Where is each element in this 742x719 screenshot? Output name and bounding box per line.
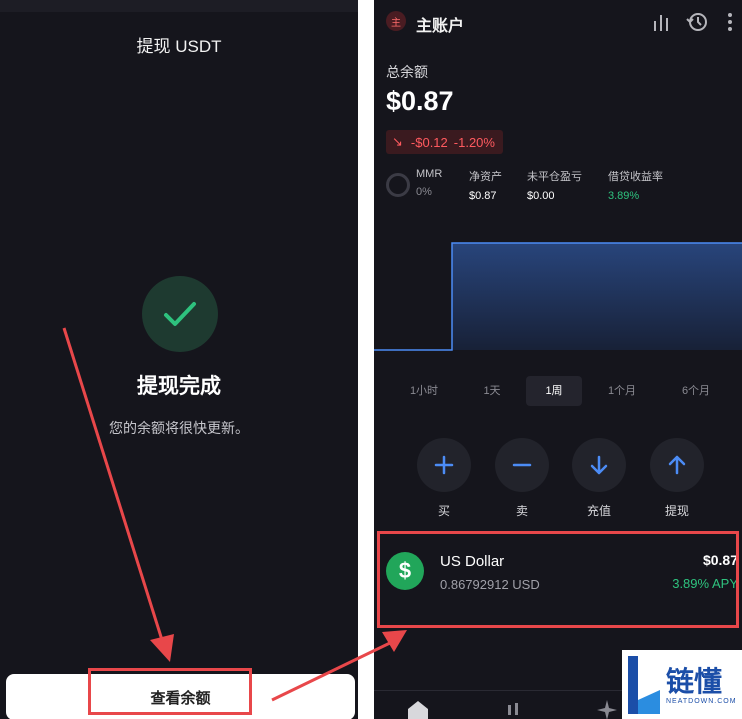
stat-net-assets: 净资产 $0.87	[469, 168, 502, 202]
left-phone-screen: 提现 USDT 提现完成 您的余额将很快更新。 查看余额	[0, 0, 358, 719]
time-range-tabs: 1小时 1天 1周 1个月 6个月	[374, 376, 742, 406]
stat-value: $0.87	[469, 190, 497, 202]
sell-button[interactable]: 卖	[495, 438, 549, 519]
tab-1d[interactable]: 1天	[470, 376, 514, 406]
success-title: 提现完成	[137, 375, 221, 398]
highlight-view-balance	[88, 668, 252, 715]
success-subtitle: 您的余额将很快更新。	[109, 420, 249, 436]
stat-unrealized-pnl: 未平仓盈亏 $0.00	[527, 168, 582, 202]
stat-label: 借贷收益率	[608, 171, 663, 183]
stat-label: 未平仓盈亏	[527, 171, 582, 183]
buy-label: 买	[437, 504, 450, 518]
account-icon[interactable]: 主	[386, 11, 406, 31]
minus-icon[interactable]	[495, 438, 549, 492]
stat-label: MMR	[416, 168, 443, 180]
withdraw-label: 提现	[664, 504, 689, 518]
watermark-text: 链懂	[666, 666, 723, 697]
deposit-button[interactable]: 充值	[572, 438, 626, 519]
watermark: 链懂 NEATDOWN.COM	[622, 650, 742, 719]
stat-mmr: MMR 0%	[416, 168, 442, 198]
arrow-down-icon[interactable]	[572, 438, 626, 492]
sparkle-icon[interactable]	[596, 699, 618, 719]
stat-value: $0.00	[527, 190, 555, 202]
watermark-subtext: NEATDOWN.COM	[666, 698, 737, 705]
stat-value: 0%	[416, 186, 432, 198]
chart-area	[452, 243, 742, 350]
buy-button[interactable]: 买	[417, 438, 471, 519]
tab-6m[interactable]: 6个月	[672, 376, 720, 406]
stat-value: 3.89%	[608, 190, 640, 202]
success-check-icon	[142, 276, 218, 352]
history-icon[interactable]	[686, 12, 708, 32]
plus-icon[interactable]	[417, 438, 471, 492]
tab-1w[interactable]: 1周	[526, 376, 582, 406]
status-bar	[0, 0, 358, 12]
candlestick-icon[interactable]	[506, 701, 520, 719]
balance-change-badge: ↘ -$0.12 -1.20%	[386, 130, 503, 154]
change-amount: -$0.12	[410, 134, 448, 150]
total-balance-value: $0.87	[386, 86, 454, 116]
tab-1m[interactable]: 1个月	[598, 376, 646, 406]
deposit-label: 充值	[586, 504, 611, 518]
balance-chart[interactable]	[374, 230, 742, 360]
withdraw-button[interactable]: 提现	[650, 438, 704, 519]
change-percent: -1.20%	[453, 134, 495, 150]
stat-label: 净资产	[469, 171, 502, 183]
arrow-down-right-icon: ↘	[392, 134, 403, 149]
arrow-up-icon[interactable]	[650, 438, 704, 492]
more-icon[interactable]	[726, 12, 734, 32]
highlight-asset-row	[377, 531, 739, 628]
tab-1h[interactable]: 1小时	[402, 376, 446, 406]
mmr-ring-icon	[386, 173, 410, 197]
bar-chart-icon[interactable]	[652, 12, 670, 32]
sell-label: 卖	[515, 504, 528, 518]
home-icon[interactable]	[406, 699, 430, 719]
account-name[interactable]: 主账户	[416, 12, 464, 36]
neatdown-logo-icon	[628, 656, 660, 714]
page-title: 提现 USDT	[136, 37, 222, 56]
stat-lending-yield: 借贷收益率 3.89%	[608, 168, 663, 202]
total-balance-label: 总余额	[386, 64, 428, 80]
